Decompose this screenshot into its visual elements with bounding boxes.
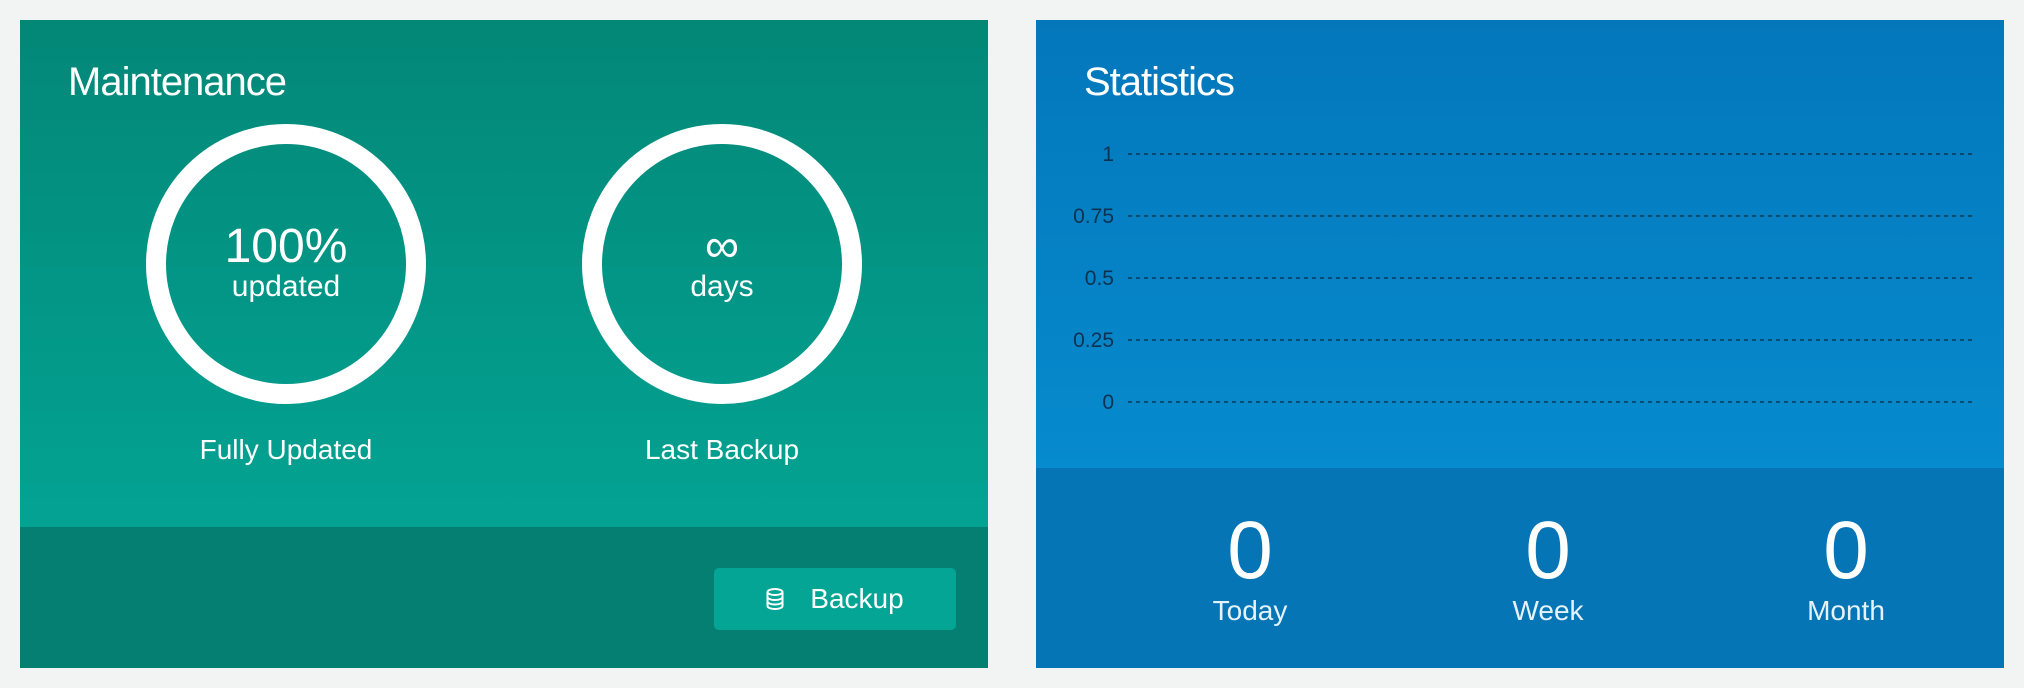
statistics-chart: 1 0.75 0.5 0.25 0 (1073, 143, 1976, 414)
database-icon (766, 588, 784, 610)
statistics-title: Statistics (1084, 60, 1235, 104)
backup-button-label: Backup (810, 583, 904, 614)
update-status-ring: 100% updated (146, 124, 426, 404)
last-backup-label: Last Backup (644, 434, 800, 465)
update-unit: updated (231, 270, 341, 303)
y-tick-label: 0.75 (1073, 205, 1114, 228)
maintenance-panel: Maintenance 100% updated Fully Updated ∞… (20, 20, 988, 668)
counter-month-value: 0 (1823, 505, 1869, 596)
y-tick-label: 0.5 (1085, 267, 1114, 290)
y-tick-label: 0 (1102, 391, 1114, 414)
statistics-panel: Statistics 1 0.75 0.5 0.25 0 0 Today 0 Week … (1036, 20, 2004, 668)
last-backup-ring: ∞ days (582, 124, 862, 404)
backup-button[interactable]: Backup (714, 568, 956, 630)
counter-today-value: 0 (1227, 505, 1273, 596)
update-status-label: Fully Updated (199, 434, 373, 465)
update-percentage: 100% (224, 220, 348, 273)
counter-week-value: 0 (1525, 505, 1571, 596)
y-tick-label: 0.25 (1073, 329, 1114, 352)
maintenance-title: Maintenance (68, 60, 287, 104)
counter-week-label: Week (1512, 595, 1584, 626)
counter-today-label: Today (1212, 595, 1288, 626)
last-backup-value: ∞ (704, 220, 740, 273)
counter-month-label: Month (1807, 595, 1885, 626)
last-backup-unit: days (690, 270, 754, 303)
counter-month: 0 Month (1716, 508, 1976, 628)
y-tick-label: 1 (1102, 143, 1114, 166)
counter-today: 0 Today (1120, 508, 1380, 628)
counter-week: 0 Week (1418, 508, 1678, 628)
